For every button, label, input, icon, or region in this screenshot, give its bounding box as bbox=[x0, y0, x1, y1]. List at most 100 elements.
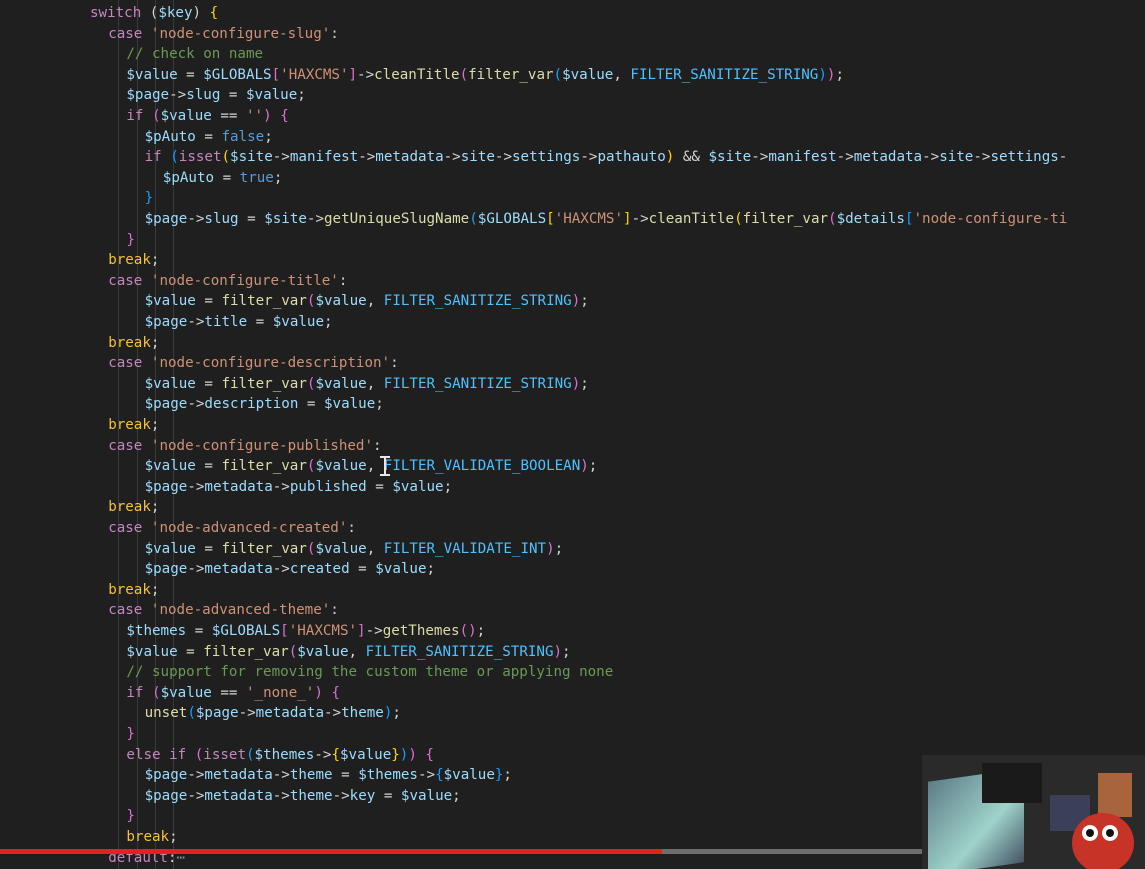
code-line[interactable]: case 'node-advanced-created': bbox=[108, 518, 356, 539]
code-token: ( bbox=[221, 149, 231, 166]
code-token: key bbox=[349, 787, 376, 804]
code-editor[interactable]: switch ($key) {case 'node-configure-slug… bbox=[0, 0, 1145, 869]
code-line[interactable]: case 'node-advanced-theme': bbox=[108, 600, 339, 621]
video-progress-fill bbox=[0, 849, 662, 854]
code-line[interactable]: } bbox=[126, 724, 135, 745]
code-token: ) bbox=[546, 540, 555, 557]
code-line[interactable]: } bbox=[145, 188, 154, 209]
code-line[interactable]: $page->metadata->created = $value; bbox=[145, 559, 435, 580]
code-line[interactable]: break; bbox=[108, 250, 159, 271]
code-token: title bbox=[204, 314, 248, 330]
code-line[interactable]: case 'node-configure-description': bbox=[108, 353, 398, 374]
code-line[interactable]: break; bbox=[108, 333, 159, 354]
code-line[interactable]: $page->slug = $site->getUniqueSlugName($… bbox=[145, 209, 1068, 230]
code-line[interactable]: case 'node-configure-slug': bbox=[108, 24, 339, 45]
code-line[interactable]: $page->slug = $value; bbox=[126, 85, 305, 106]
code-line[interactable]: $page->description = $value; bbox=[145, 394, 384, 415]
code-token: ( bbox=[734, 211, 743, 227]
code-token: ; bbox=[150, 334, 160, 351]
code-token: $value bbox=[315, 540, 367, 557]
code-token: $page bbox=[144, 561, 188, 578]
code-line[interactable]: $pAuto = false; bbox=[145, 127, 273, 148]
code-line[interactable]: unset($page->metadata->theme); bbox=[145, 703, 401, 724]
code-token: ; bbox=[375, 396, 384, 413]
code-token: manifest bbox=[289, 149, 359, 166]
code-token: // support for removing the custom theme… bbox=[126, 664, 614, 681]
code-token: { bbox=[331, 684, 340, 701]
code-token: if bbox=[144, 149, 162, 166]
code-token: $value bbox=[144, 540, 196, 557]
code-token: true bbox=[239, 169, 274, 186]
code-token: = bbox=[375, 787, 401, 804]
code-token: { bbox=[425, 746, 434, 763]
code-token: { bbox=[435, 767, 444, 784]
code-token: -> bbox=[836, 149, 854, 166]
code-line[interactable]: case 'node-configure-title': bbox=[108, 271, 347, 292]
code-token: site bbox=[939, 149, 974, 166]
code-line[interactable]: break; bbox=[108, 415, 159, 436]
code-line[interactable]: break; bbox=[108, 497, 159, 518]
code-token: break bbox=[108, 334, 151, 351]
webcam-mascot bbox=[1072, 813, 1134, 869]
code-token: $value bbox=[443, 767, 495, 784]
code-token: $value bbox=[324, 396, 376, 413]
code-line[interactable]: // check on name bbox=[126, 44, 263, 65]
code-token: = bbox=[220, 87, 246, 104]
code-token: settings bbox=[990, 149, 1059, 166]
code-line[interactable]: $pAuto = true; bbox=[163, 168, 283, 189]
code-line[interactable]: $themes = $GLOBALS['HAXCMS']->getThemes(… bbox=[126, 621, 485, 642]
code-line[interactable]: $value = filter_var($value, FILTER_SANIT… bbox=[145, 374, 589, 395]
code-line[interactable]: $value = filter_var($value, FILTER_VALID… bbox=[145, 539, 564, 560]
code-token: ; bbox=[452, 787, 461, 804]
code-line[interactable]: $value = $GLOBALS['HAXCMS']->cleanTitle(… bbox=[126, 65, 844, 86]
code-token: ] bbox=[623, 211, 632, 227]
code-token: filter_var bbox=[203, 643, 289, 660]
code-line[interactable]: // support for removing the custom theme… bbox=[126, 662, 613, 683]
code-line[interactable]: $page->title = $value; bbox=[145, 312, 333, 333]
code-token: case bbox=[108, 25, 151, 42]
code-line[interactable]: } bbox=[126, 806, 135, 827]
code-token: // check on name bbox=[126, 46, 264, 63]
code-line[interactable]: $value = filter_var($value, FILTER_VALID… bbox=[145, 456, 598, 477]
code-token: 'node-configure-title' bbox=[150, 272, 339, 289]
code-token: -> bbox=[306, 211, 325, 227]
code-token: ( bbox=[152, 108, 161, 124]
code-token: [ bbox=[271, 66, 281, 83]
code-token: ( bbox=[187, 705, 196, 722]
code-token: $pAuto bbox=[162, 169, 215, 186]
code-token: case bbox=[108, 355, 151, 372]
code-token: $page bbox=[144, 396, 188, 413]
code-token: getUniqueSlugName bbox=[324, 211, 470, 227]
code-line[interactable]: case 'node-configure-published': bbox=[108, 436, 381, 457]
code-token: , bbox=[348, 643, 366, 660]
code-token: -> bbox=[358, 149, 376, 166]
code-token: metadata bbox=[204, 767, 273, 784]
code-line[interactable]: if (isset($site->manifest->metadata->sit… bbox=[145, 147, 1068, 168]
code-token: ) bbox=[571, 375, 581, 392]
code-line[interactable]: $value = filter_var($value, FILTER_SANIT… bbox=[126, 642, 570, 663]
code-line[interactable]: else if (isset($themes->{$value})) { bbox=[126, 745, 434, 766]
code-token: FILTER_VALIDATE_BOOLEAN bbox=[383, 458, 581, 475]
code-token: ] bbox=[357, 623, 366, 639]
code-token: ; bbox=[392, 705, 401, 722]
code-line[interactable]: break; bbox=[126, 827, 177, 848]
code-line[interactable]: } bbox=[126, 230, 135, 251]
code-token: : bbox=[330, 25, 339, 42]
code-line[interactable]: $page->metadata->theme = $themes->{$valu… bbox=[145, 765, 512, 786]
code-token: filter_var bbox=[221, 375, 307, 392]
code-token: case bbox=[108, 437, 151, 454]
code-token: $key bbox=[158, 5, 193, 21]
code-token: ( bbox=[459, 66, 469, 83]
code-token: break bbox=[108, 417, 151, 433]
code-line[interactable]: $page->metadata->published = $value; bbox=[145, 477, 453, 498]
code-token: 'HAXCMS' bbox=[288, 623, 358, 639]
code-line[interactable]: break; bbox=[108, 580, 159, 601]
code-line[interactable]: switch ($key) { bbox=[90, 3, 218, 24]
code-line[interactable]: $value = filter_var($value, FILTER_SANIT… bbox=[145, 291, 589, 312]
code-token: -> bbox=[187, 787, 205, 804]
code-line[interactable]: $page->metadata->theme->key = $value; bbox=[145, 786, 461, 807]
code-token: ; bbox=[443, 478, 453, 495]
code-line[interactable]: if ($value == '') { bbox=[126, 106, 288, 127]
code-line[interactable]: if ($value == '_none_') { bbox=[126, 683, 340, 704]
